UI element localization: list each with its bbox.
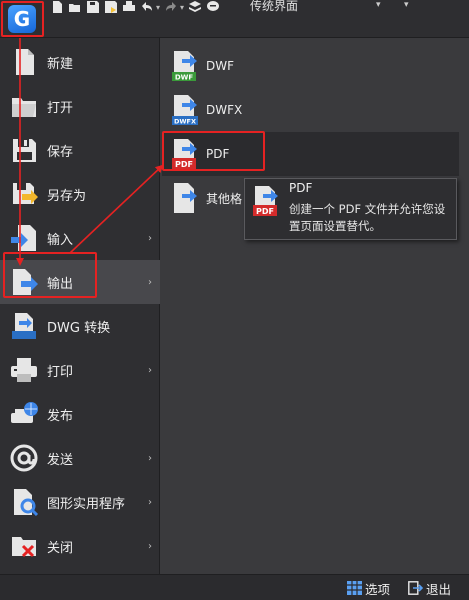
options-label: 选项 [365, 581, 391, 597]
menu-item-save[interactable]: 保存 [0, 128, 160, 172]
menu-item-label: 新建 [47, 56, 74, 72]
printer-icon [4, 348, 44, 392]
options-button[interactable]: 选项 [347, 579, 390, 597]
menu-item-label: 打印 [47, 364, 74, 380]
new-file-icon[interactable] [50, 1, 64, 13]
svg-text:DWF: DWF [175, 74, 194, 82]
menu-item-drawing-utilities[interactable]: 图形实用程序 › [0, 480, 160, 524]
title-bar: G ▾ ▾ 传统界面 ▾ ▾ [0, 0, 469, 38]
dwfx-file-icon: DWFX [168, 90, 202, 130]
save-icon[interactable] [86, 1, 100, 13]
highlight-app-button [1, 1, 44, 37]
customize-toolbar-icon[interactable]: ▾ [404, 0, 409, 10]
chat-bubble-icon[interactable] [206, 1, 220, 13]
open-folder-icon [4, 84, 44, 128]
workspace-dropdown-icon[interactable]: ▾ [376, 0, 381, 10]
send-at-icon [4, 436, 44, 480]
highlight-pdf-item [162, 131, 265, 171]
submenu-item-label: DWF [206, 59, 235, 73]
other-format-file-icon [168, 178, 202, 218]
application-menu: 新建 打开 保存 另存为 输入 › 输出 › DWG 转换 打印 › 发布 发送… [0, 38, 160, 574]
menu-item-label: DWG 转换 [47, 320, 111, 336]
menu-item-label: 关闭 [47, 540, 74, 556]
menu-item-dwg-convert[interactable]: DWG 转换 [0, 304, 160, 348]
dwg-convert-icon [4, 304, 44, 348]
exit-button[interactable]: 退出 [408, 579, 451, 597]
options-grid-icon [347, 581, 362, 595]
quick-access-toolbar: ▾ ▾ [50, 0, 220, 14]
menu-item-print[interactable]: 打印 › [0, 348, 160, 392]
publish-icon [4, 392, 44, 436]
chevron-right-icon: › [148, 364, 152, 376]
workspace-selector[interactable]: 传统界面 [250, 0, 298, 13]
menu-item-new[interactable]: 新建 [0, 40, 160, 84]
submenu-item-label: 其他格 [206, 191, 243, 206]
menu-item-close[interactable]: 关闭 › [0, 524, 160, 568]
chevron-right-icon: › [148, 496, 152, 508]
drawing-utilities-icon [4, 480, 44, 524]
svg-text:DWFX: DWFX [174, 118, 196, 126]
dwf-file-icon: DWF [168, 46, 202, 86]
pdf-tooltip: PDF PDF 创建一个 PDF 文件并允许您设置页面设置替代。 [244, 178, 457, 240]
tooltip-description: 创建一个 PDF 文件并允许您设置页面设置替代。 [289, 202, 446, 233]
exit-icon [408, 581, 423, 595]
menu-item-label: 发送 [47, 452, 74, 468]
export-submenu: DWF DWF DWFX DWFX PDF PDF 其他格 [162, 38, 469, 574]
menu-item-label: 保存 [47, 144, 74, 160]
layers-icon[interactable] [188, 1, 202, 13]
close-file-icon [4, 524, 44, 568]
chevron-right-icon: › [148, 540, 152, 552]
bottom-bar: 选项 退出 [0, 574, 469, 600]
submenu-item-label: DWFX [206, 103, 243, 117]
menu-item-save-as[interactable]: 另存为 [0, 172, 160, 216]
exit-label: 退出 [426, 581, 452, 597]
menu-item-label: 另存为 [47, 188, 87, 204]
menu-item-label: 打开 [47, 100, 74, 116]
redo-icon[interactable] [164, 1, 178, 13]
chevron-right-icon: › [148, 452, 152, 464]
new-file-icon [4, 40, 44, 84]
undo-icon[interactable] [140, 1, 154, 13]
menu-item-send[interactable]: 发送 › [0, 436, 160, 480]
menu-item-publish[interactable]: 发布 [0, 392, 160, 436]
save-as-icon [4, 172, 44, 216]
menu-item-label: 输入 [47, 232, 74, 248]
pdf-file-icon: PDF [251, 185, 281, 217]
submenu-item-dwf[interactable]: DWF DWF [162, 44, 459, 88]
chevron-right-icon: › [148, 232, 152, 244]
undo-dropdown-icon[interactable]: ▾ [156, 3, 160, 12]
save-disk-icon [4, 128, 44, 172]
open-folder-icon[interactable] [68, 1, 82, 13]
menu-item-label: 发布 [47, 408, 74, 424]
tooltip-title: PDF [289, 181, 313, 195]
highlight-export-item [3, 252, 97, 298]
redo-dropdown-icon[interactable]: ▾ [180, 3, 184, 12]
chevron-right-icon: › [148, 276, 152, 288]
menu-item-label: 图形实用程序 [47, 496, 126, 512]
save-as-icon[interactable] [104, 1, 118, 13]
svg-text:PDF: PDF [256, 207, 274, 216]
submenu-item-dwfx[interactable]: DWFX DWFX [162, 88, 459, 132]
menu-item-open[interactable]: 打开 [0, 84, 160, 128]
print-icon[interactable] [122, 1, 136, 13]
